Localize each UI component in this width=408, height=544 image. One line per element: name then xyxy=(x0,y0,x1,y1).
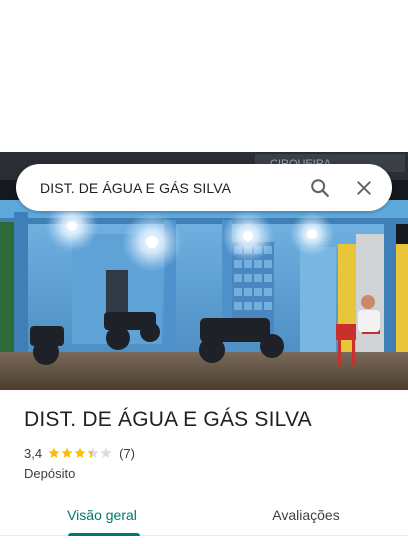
review-count[interactable]: (7) xyxy=(119,446,135,461)
rating-row[interactable]: 3,4 (7) xyxy=(24,445,135,461)
star-icon xyxy=(74,447,86,458)
search-input[interactable]: DIST. DE ÁGUA E GÁS SILVA xyxy=(16,180,298,196)
tab-overview[interactable]: Visão geral xyxy=(0,494,204,536)
star-icon xyxy=(48,447,60,458)
place-title: DIST. DE ÁGUA E GÁS SILVA xyxy=(24,408,312,431)
rating-value: 3,4 xyxy=(24,445,43,461)
search-button[interactable] xyxy=(298,166,342,210)
star-icon xyxy=(87,447,99,458)
tab-bar: Visão geral Avaliações xyxy=(0,494,408,536)
rating-stars xyxy=(48,447,113,459)
star-icon xyxy=(100,447,112,458)
tab-reviews-label: Avaliações xyxy=(272,506,340,523)
search-icon xyxy=(311,178,329,197)
place-category[interactable]: Depósito xyxy=(24,466,75,481)
search-bar[interactable]: DIST. DE ÁGUA E GÁS SILVA xyxy=(16,164,392,211)
tab-reviews[interactable]: Avaliações xyxy=(204,494,408,535)
close-icon xyxy=(357,180,371,195)
star-icon xyxy=(61,447,73,458)
close-button[interactable] xyxy=(342,166,386,210)
tab-overview-label: Visão geral xyxy=(67,506,137,523)
place-page: CIRQUEIRA xyxy=(0,0,408,544)
